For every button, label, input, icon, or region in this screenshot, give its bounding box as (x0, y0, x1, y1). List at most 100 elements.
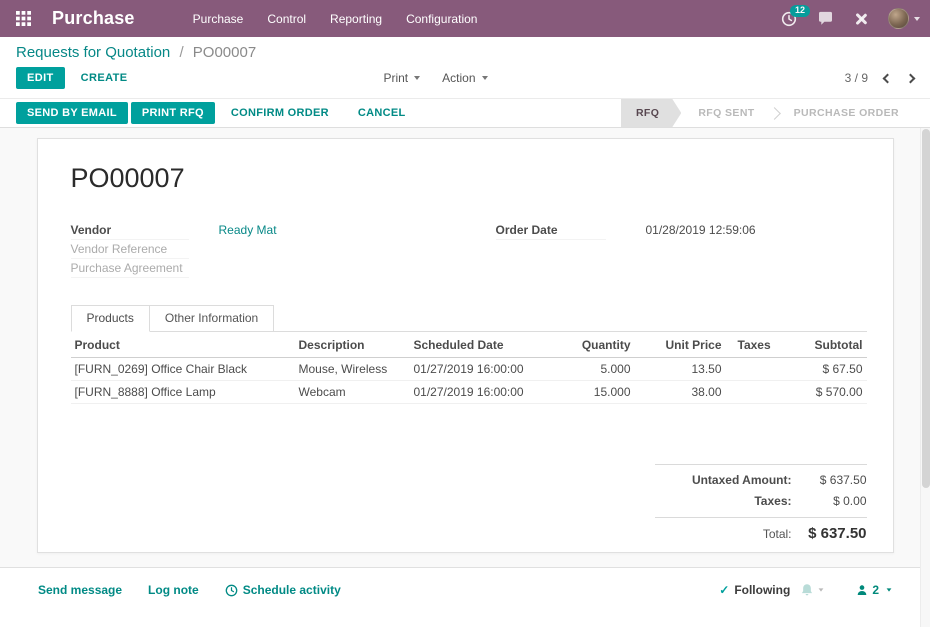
breadcrumb-current: PO00007 (192, 44, 257, 61)
print-dropdown[interactable]: Print (383, 71, 421, 85)
header-scheduled-date: Scheduled Date (409, 332, 552, 358)
field-order-date: Order Date 01/28/2019 12:59:06 (469, 221, 867, 240)
schedule-clock-icon (225, 584, 238, 596)
total-label: Total: (762, 527, 792, 541)
untaxed-amount-label: Untaxed Amount: (691, 473, 792, 487)
purchase-agreement-value (189, 259, 219, 263)
form-view: PO00007 Vendor Ready Mat Vendor Referenc… (0, 128, 930, 567)
followers-caret-icon (886, 588, 892, 592)
cell-taxes (725, 357, 796, 381)
cell-description: Webcam (294, 380, 410, 404)
pager-previous-icon[interactable] (882, 73, 893, 83)
order-lines-table: Product Description Scheduled Date Quant… (70, 332, 867, 404)
status-rfq[interactable]: RFQ (621, 99, 681, 127)
table-row[interactable]: [FURN_0269] Office Chair Black Mouse, Wi… (70, 357, 867, 381)
table-row[interactable]: [FURN_8888] Office Lamp Webcam 01/27/201… (70, 380, 867, 404)
taxes-label: Taxes: (754, 494, 792, 508)
tab-products[interactable]: Products (70, 305, 150, 332)
vendor-reference-label: Vendor Reference (70, 240, 189, 259)
table-header-row: Product Description Scheduled Date Quant… (70, 332, 867, 358)
app-brand[interactable]: Purchase (52, 8, 135, 29)
bell-icon (802, 584, 813, 596)
breadcrumb: Requests for Quotation / PO00007 (16, 44, 914, 61)
subscription-bell-dropdown[interactable] (800, 583, 824, 597)
following-label: Following (734, 583, 791, 597)
header-subtotal: Subtotal (795, 332, 867, 358)
user-menu[interactable] (888, 8, 920, 29)
purchase-agreement-label: Purchase Agreement (70, 259, 189, 278)
field-vendor-reference: Vendor Reference (70, 240, 469, 259)
statusbar: SEND BY EMAIL PRINT RFQ CONFIRM ORDER CA… (0, 99, 930, 128)
form-sheet: PO00007 Vendor Ready Mat Vendor Referenc… (36, 138, 894, 553)
menu-reporting[interactable]: Reporting (318, 0, 394, 37)
pager-value: 3 / 9 (844, 71, 868, 85)
send-message-button[interactable]: Send message (38, 583, 122, 597)
vendor-reference-value (189, 240, 219, 244)
follower-count: 2 (872, 583, 879, 597)
menu-control[interactable]: Control (255, 0, 318, 37)
control-panel: Requests for Quotation / PO00007 EDIT CR… (0, 37, 930, 99)
vendor-label: Vendor (70, 221, 189, 240)
header-product: Product (70, 332, 295, 358)
activities-clock-icon[interactable]: 12 (781, 4, 811, 27)
cell-unit-price: 13.50 (634, 357, 726, 381)
cell-subtotal: $ 67.50 (795, 357, 867, 381)
user-menu-caret-icon (914, 16, 920, 21)
activity-count-badge: 12 (790, 4, 811, 18)
action-dropdown-label: Action (442, 71, 476, 85)
header-quantity: Quantity (551, 332, 635, 358)
confirm-order-button[interactable]: CONFIRM ORDER (218, 102, 342, 124)
taxes-value: $ 0.00 (833, 494, 867, 508)
messages-bubble-icon[interactable] (817, 11, 834, 27)
print-caret-icon (414, 76, 421, 80)
cell-scheduled-date: 01/27/2019 16:00:00 (409, 380, 552, 404)
main-menu: Purchase Control Reporting Configuration (181, 0, 490, 37)
header-unit-price: Unit Price (634, 332, 726, 358)
totals-block: Untaxed Amount: $ 637.50 Taxes: $ 0.00 T… (654, 464, 867, 542)
top-navbar: Purchase Purchase Control Reporting Conf… (0, 0, 930, 37)
chatter: Send message Log note Schedule activity … (0, 567, 930, 597)
notebook-tabs: Products Other Information (70, 305, 867, 332)
total-value: $ 637.50 (808, 525, 867, 542)
cell-taxes (725, 380, 796, 404)
status-pipeline: RFQ RFQ SENT PURCHASE ORDER (621, 99, 930, 127)
cell-quantity: 5.000 (551, 357, 635, 381)
user-avatar (888, 8, 909, 29)
menu-purchase[interactable]: Purchase (181, 0, 256, 37)
following-toggle[interactable]: ✓ Following (719, 583, 790, 597)
status-rfq-sent[interactable]: RFQ SENT (681, 99, 771, 127)
action-dropdown[interactable]: Action (442, 71, 488, 85)
cell-scheduled-date: 01/27/2019 16:00:00 (409, 357, 552, 381)
cancel-button[interactable]: CANCEL (345, 102, 419, 124)
scrollbar-thumb[interactable] (922, 129, 930, 489)
cell-unit-price: 38.00 (634, 380, 726, 404)
edit-button[interactable]: EDIT (16, 67, 65, 89)
breadcrumb-parent-link[interactable]: Requests for Quotation (16, 44, 170, 61)
log-note-button[interactable]: Log note (148, 583, 199, 597)
record-title: PO00007 (70, 163, 185, 193)
apps-grid-icon[interactable] (8, 4, 38, 34)
untaxed-amount-row: Untaxed Amount: $ 637.50 (655, 473, 867, 487)
field-purchase-agreement: Purchase Agreement (70, 259, 469, 278)
vertical-scrollbar[interactable] (920, 128, 930, 627)
bell-caret-icon (818, 588, 824, 592)
followers-dropdown[interactable]: 2 (856, 583, 892, 597)
total-row: Total: $ 637.50 (654, 517, 867, 542)
header-description: Description (294, 332, 410, 358)
pager-next-icon[interactable] (905, 73, 916, 83)
cell-description: Mouse, Wireless (294, 357, 410, 381)
tab-other-information[interactable]: Other Information (149, 305, 275, 332)
field-vendor: Vendor Ready Mat (70, 221, 469, 240)
print-rfq-button[interactable]: PRINT RFQ (130, 102, 215, 124)
cell-quantity: 15.000 (551, 380, 635, 404)
status-purchase-order[interactable]: PURCHASE ORDER (777, 99, 916, 127)
cell-product: [FURN_8888] Office Lamp (70, 380, 295, 404)
vendor-value-link[interactable]: Ready Mat (189, 221, 277, 239)
send-by-email-button[interactable]: SEND BY EMAIL (16, 102, 128, 124)
tools-cross-icon[interactable] (854, 12, 868, 26)
schedule-activity-button[interactable]: Schedule activity (225, 583, 341, 597)
cell-subtotal: $ 570.00 (795, 380, 867, 404)
create-button[interactable]: CREATE (81, 72, 128, 84)
menu-configuration[interactable]: Configuration (394, 0, 489, 37)
print-dropdown-label: Print (383, 71, 409, 85)
